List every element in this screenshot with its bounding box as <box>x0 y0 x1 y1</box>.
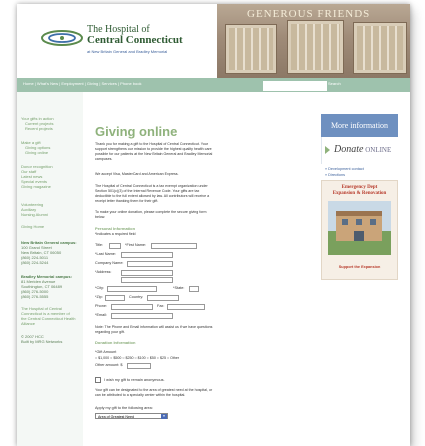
anonymous-checkbox[interactable] <box>95 377 101 383</box>
arrow-right-icon <box>325 146 330 154</box>
search-button[interactable]: Search <box>328 81 341 86</box>
donor-plaque <box>287 20 344 74</box>
logo-subtitle: at New Britain General and Bradley Memor… <box>87 49 168 54</box>
area-select[interactable]: Area of Greatest Need ▼ <box>95 413 168 419</box>
copyright: © 2007 HCC Built by MRG Networks <box>21 334 62 344</box>
tax-paragraph: The Hospital of Central Connecticut is a… <box>95 184 210 203</box>
address-field-2[interactable] <box>121 277 173 283</box>
sidebar-item[interactable]: Giving magazine <box>21 184 53 189</box>
alliance-note: The Hospital of Central Connecticut is a… <box>21 306 75 326</box>
chevron-down-icon[interactable]: ▼ <box>161 414 167 419</box>
other-amount-label: Other amount: $ <box>95 363 123 367</box>
company-label: Company Name: <box>95 261 124 265</box>
cards-paragraph: We accept Visa, MasterCard and American … <box>95 172 179 176</box>
bm-campus-info: Bradley Memorial campus: 81 Meriden Aven… <box>21 274 72 299</box>
email-field[interactable] <box>111 313 173 319</box>
copyright-line: Built by MRG Networks <box>21 339 63 344</box>
donor-plaque <box>225 24 277 74</box>
alliance-line: Alliance <box>21 321 36 326</box>
apply-area-label: Apply my gift to the following area: <box>95 406 153 410</box>
sidebar-group-recognition: Donor recognition Our staff Latest news … <box>21 164 53 189</box>
hospital-name[interactable]: The Hospital of Central Connecticut <box>87 25 197 46</box>
support-expansion-link[interactable]: Support the Expansion <box>322 265 397 269</box>
first-name-label: *First Name: <box>125 243 147 247</box>
other-amount-field[interactable] <box>127 363 151 369</box>
designate-paragraph: Your gift can be designated to the area … <box>95 388 213 397</box>
donor-plaque <box>353 22 407 74</box>
zip-field[interactable] <box>105 295 125 301</box>
phone-field[interactable] <box>111 304 153 310</box>
gift-amount-options[interactable]: ○ $1,000 ○ $500 ○ $250 ○ $100 ○ $50 ○ $2… <box>95 356 179 360</box>
sidebar-item-giving-home[interactable]: Giving Home <box>21 224 44 229</box>
donate-word: Donate <box>334 144 364 155</box>
fax-label: Fax: <box>157 304 165 308</box>
campus-line: (860) 276-5555 <box>21 294 49 299</box>
development-contact-link[interactable]: » Development contact <box>325 167 364 171</box>
directions-link[interactable]: » Directions <box>325 173 345 177</box>
company-field[interactable] <box>127 261 173 267</box>
right-sidebar: More information Donate ONLINE » Develop… <box>321 114 399 446</box>
main-content: Giving online Thank you for making a gif… <box>93 92 315 446</box>
fax-field[interactable] <box>167 304 205 310</box>
logo-line-2: Central Connecticut <box>87 34 183 46</box>
first-name-field[interactable] <box>151 243 197 249</box>
campus-line: (860) 224-5244 <box>21 260 49 265</box>
nav-links[interactable]: Home | What's New | Employment | Giving … <box>23 81 141 86</box>
phone-label: Phone: <box>95 304 108 308</box>
intro-paragraph: Thank you for making a gift to the Hospi… <box>95 142 213 161</box>
personal-info-heading: Personal Information <box>95 226 136 231</box>
donation-info-heading: Donation Information <box>95 340 136 345</box>
title-field[interactable] <box>109 243 121 249</box>
building-image <box>328 201 391 255</box>
anonymous-option[interactable]: I wish my gift to remain anonymous. <box>95 377 165 383</box>
last-name-label: *Last Name: <box>95 252 116 256</box>
sidebar-group-volunteer: Volunteering Auxiliary Nursing Alumni <box>21 202 48 217</box>
sidebar-item[interactable]: Recent projects <box>21 126 54 131</box>
contact-note: Note: The Phone and Email information wi… <box>95 325 213 334</box>
hospital-logo-icon[interactable] <box>41 26 83 50</box>
last-name-field[interactable] <box>121 252 173 258</box>
donate-online-label: Donate ONLINE <box>334 144 391 155</box>
address-field[interactable] <box>121 270 173 276</box>
sidebar-giving-home: Giving Home <box>21 224 44 229</box>
left-sidebar: Your gifts in action Current projects Re… <box>17 92 83 446</box>
state-label: *State: <box>173 286 185 290</box>
state-field[interactable] <box>189 286 199 292</box>
donor-wall-photo: GENEROUS FRIENDS <box>217 4 410 78</box>
address-label: *Address: <box>95 270 112 274</box>
more-info-header: More information <box>321 114 398 137</box>
city-field[interactable] <box>107 286 157 292</box>
country-field[interactable] <box>147 295 179 301</box>
sidebar-group-make-gift: Make a gift Giving options Giving online <box>21 140 50 155</box>
sidebar-item[interactable]: Giving online <box>21 150 50 155</box>
donate-online-link[interactable]: Donate ONLINE <box>321 137 399 164</box>
emergency-promo[interactable]: Emergency Dept Expansion & Renovation Su… <box>321 180 398 280</box>
page: The Hospital of Central Connecticut at N… <box>17 4 410 446</box>
required-note: *Indicates a required field <box>95 232 136 236</box>
online-word: ONLINE <box>365 146 392 154</box>
anonymous-label: I wish my gift to remain anonymous. <box>104 378 165 382</box>
page-title: Giving online <box>95 124 178 139</box>
zip-label: *Zip: <box>95 295 103 299</box>
sidebar-group-gifts: Your gifts in action Current projects Re… <box>21 116 54 131</box>
area-select-value: Area of Greatest Need <box>98 415 134 419</box>
sidebar-item[interactable]: Nursing Alumni <box>21 212 48 217</box>
email-label: *Email: <box>95 313 108 317</box>
emergency-title: Emergency Dept Expansion & Renovation <box>332 185 387 196</box>
nbg-campus-info: New Britain General campus: 100 Grand St… <box>21 240 77 265</box>
search-input[interactable] <box>263 81 327 91</box>
title-label: Title: <box>95 243 104 247</box>
gift-amount-label: *Gift Amount <box>95 350 117 354</box>
city-label: *City: <box>95 286 105 290</box>
country-label: Country: <box>129 295 144 299</box>
instruction-paragraph: To make your online donation, please com… <box>95 210 207 219</box>
banner-text: GENEROUS FRIENDS <box>247 8 371 20</box>
top-nav: Home | What's New | Employment | Giving … <box>17 78 410 92</box>
site-header: The Hospital of Central Connecticut at N… <box>17 4 410 78</box>
